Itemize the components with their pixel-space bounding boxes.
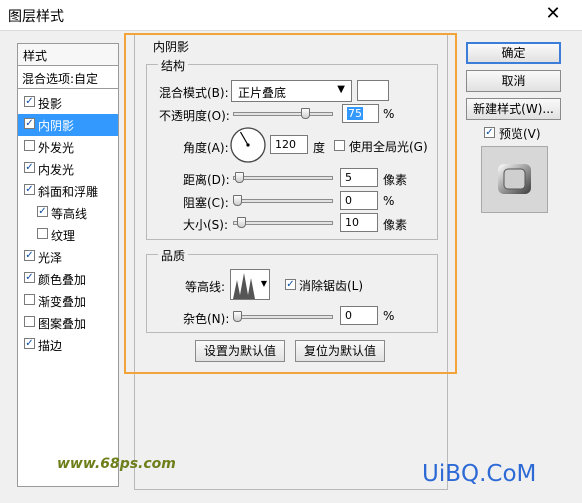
preview-thumbnail	[498, 164, 531, 194]
blend-options-item[interactable]: 混合选项:自定	[18, 67, 118, 89]
style-item-label: 图案叠加	[38, 317, 87, 331]
style-item[interactable]: ✓ 光泽	[18, 246, 118, 268]
style-item[interactable]: 图案叠加	[18, 312, 118, 334]
style-item-checkbox[interactable]: ✓	[24, 162, 35, 173]
style-item-checkbox[interactable]: ✓	[37, 206, 48, 217]
style-item-label: 光泽	[38, 251, 63, 265]
style-item[interactable]: ✓ 描边	[18, 334, 118, 356]
title-bar	[0, 0, 582, 31]
style-item-checkbox[interactable]: ✓	[24, 338, 35, 349]
style-item-label: 内发光	[38, 163, 75, 177]
style-item-label: 等高线	[51, 207, 88, 221]
window-title: 图层样式	[8, 9, 64, 25]
styles-list: 样式 混合选项:自定 ✓ 投影 ✓ 内阴影 外发光 ✓ 内发光 ✓ 斜面和浮雕 ✓ 等高线 纹理 ✓ 光泽…	[17, 43, 119, 487]
style-item[interactable]: 渐变叠加	[18, 290, 118, 312]
preview-checkbox[interactable]: ✓	[484, 127, 495, 138]
style-item-label: 内阴影	[38, 119, 75, 133]
style-item[interactable]: ✓ 内发光	[18, 158, 118, 180]
style-item-checkbox[interactable]: ✓	[24, 272, 35, 283]
preview-label: 预览(V)	[499, 127, 541, 141]
style-item-checkbox[interactable]: ✓	[24, 184, 35, 195]
style-item[interactable]: ✓ 内阴影	[18, 114, 118, 136]
blend-options-label: 混合选项:自定	[22, 72, 99, 86]
style-item-label: 渐变叠加	[38, 295, 87, 309]
style-item-checkbox[interactable]	[24, 316, 35, 327]
styles-list-header[interactable]: 样式	[18, 44, 118, 66]
style-item[interactable]: ✓ 投影	[18, 92, 118, 114]
style-item-label: 描边	[38, 339, 63, 353]
style-item-label: 外发光	[38, 141, 75, 155]
style-item[interactable]: ✓ 等高线	[18, 202, 118, 224]
style-item[interactable]: ✓ 斜面和浮雕	[18, 180, 118, 202]
cancel-button[interactable]: 取消	[466, 70, 561, 92]
watermark-uibq: UiBQ.CoM	[422, 461, 537, 487]
style-item-label: 纹理	[51, 229, 76, 243]
close-icon[interactable]: ✕	[541, 2, 565, 26]
ok-button[interactable]: 确定	[466, 42, 561, 64]
highlight-box	[124, 33, 457, 374]
style-item-checkbox[interactable]: ✓	[24, 250, 35, 261]
style-item[interactable]: ✓ 颜色叠加	[18, 268, 118, 290]
style-item-label: 投影	[38, 97, 63, 111]
style-item-checkbox[interactable]: ✓	[24, 118, 35, 129]
style-item-checkbox[interactable]	[24, 294, 35, 305]
styles-header-label: 样式	[23, 49, 48, 63]
style-item[interactable]: 纹理	[18, 224, 118, 246]
style-preview	[481, 146, 548, 213]
style-item-checkbox[interactable]	[37, 228, 48, 239]
watermark-68ps: www.68ps.com	[57, 456, 176, 472]
new-style-button[interactable]: 新建样式(W)...	[466, 98, 561, 120]
style-item-checkbox[interactable]: ✓	[24, 96, 35, 107]
style-item[interactable]: 外发光	[18, 136, 118, 158]
style-item-checkbox[interactable]	[24, 140, 35, 151]
style-item-label: 颜色叠加	[38, 273, 87, 287]
style-item-label: 斜面和浮雕	[38, 185, 99, 199]
